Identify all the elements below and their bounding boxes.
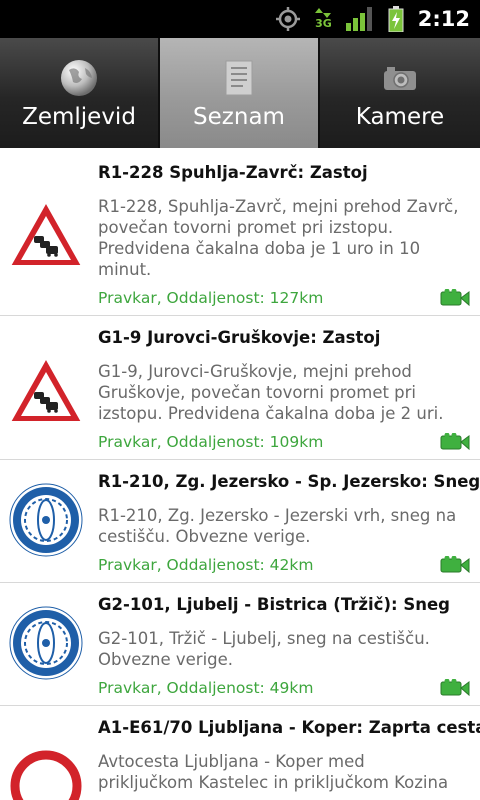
congestion-warning-icon	[8, 198, 84, 274]
item-title: R1-210, Zg. Jezersko - Sp. Jezersko: Sne…	[98, 472, 480, 491]
status-bar: 3G 2:12	[0, 0, 480, 38]
list-item[interactable]: R1-228 Spuhlja-Zavrč: Zastoj R1-228, Spu…	[0, 150, 480, 316]
road-closed-icon	[8, 748, 84, 800]
globe-icon	[59, 58, 99, 98]
item-description: Avtocesta Ljubljana - Koper med priključ…	[98, 752, 449, 792]
tab-bar: Zemljevid Seznam Kamere	[0, 38, 480, 148]
video-camera-icon[interactable]	[440, 432, 470, 451]
item-description: R1-210, Zg. Jezersko - Jezerski vrh, sne…	[98, 506, 457, 546]
item-meta: Pravkar, Oddaljenost: 42km	[98, 556, 314, 574]
list-item[interactable]: R1-210, Zg. Jezersko - Sp. Jezersko: Sne…	[0, 460, 480, 583]
snow-chains-icon	[8, 482, 84, 558]
list-icon	[219, 58, 259, 98]
item-title: A1-E61/70 Ljubljana - Koper: Zaprta cest…	[98, 718, 480, 737]
list-item[interactable]: A1-E61/70 Ljubljana - Koper: Zaprta cest…	[0, 706, 480, 800]
battery-charging-icon	[388, 6, 404, 32]
item-title: R1-228 Spuhlja-Zavrč: Zastoj	[98, 163, 368, 182]
tab-kamere[interactable]: Kamere	[320, 38, 480, 148]
list-item[interactable]: G2-101, Ljubelj - Bistrica (Tržič): Sneg…	[0, 583, 480, 706]
signal-icon	[345, 7, 374, 31]
video-camera-icon[interactable]	[440, 555, 470, 574]
item-meta: Pravkar, Oddaljenost: 49km	[98, 679, 314, 697]
gps-icon	[275, 6, 301, 32]
camera-icon	[380, 58, 420, 98]
status-time: 2:12	[417, 7, 470, 31]
tab-kamere-label: Kamere	[355, 104, 445, 130]
incident-list[interactable]: R1-228 Spuhlja-Zavrč: Zastoj R1-228, Spu…	[0, 150, 480, 800]
list-item[interactable]: G1-9 Jurovci-Gruškovje: Zastoj G1-9, Jur…	[0, 316, 480, 460]
tab-zemljevid-label: Zemljevid	[22, 104, 136, 130]
item-description: G1-9, Jurovci-Gruškovje, mejni prehod Gr…	[98, 362, 444, 423]
item-description: G2-101, Tržič - Ljubelj, sneg na cestišč…	[98, 629, 430, 669]
network-label: 3G	[315, 17, 332, 30]
network-3g-icon: 3G	[315, 8, 332, 30]
item-title: G2-101, Ljubelj - Bistrica (Tržič): Sneg	[98, 595, 450, 614]
tab-seznam[interactable]: Seznam	[160, 38, 320, 148]
item-title: G1-9 Jurovci-Gruškovje: Zastoj	[98, 328, 381, 347]
item-meta: Pravkar, Oddaljenost: 109km	[98, 433, 324, 451]
item-description: R1-228, Spuhlja-Zavrč, mejni prehod Zavr…	[98, 197, 459, 279]
item-meta: Pravkar, Oddaljenost: 127km	[98, 289, 324, 307]
snow-chains-icon	[8, 605, 84, 681]
tab-zemljevid[interactable]: Zemljevid	[0, 38, 160, 148]
congestion-warning-icon	[8, 354, 84, 430]
video-camera-icon[interactable]	[440, 288, 470, 307]
tab-seznam-label: Seznam	[193, 104, 285, 130]
video-camera-icon[interactable]	[440, 678, 470, 697]
